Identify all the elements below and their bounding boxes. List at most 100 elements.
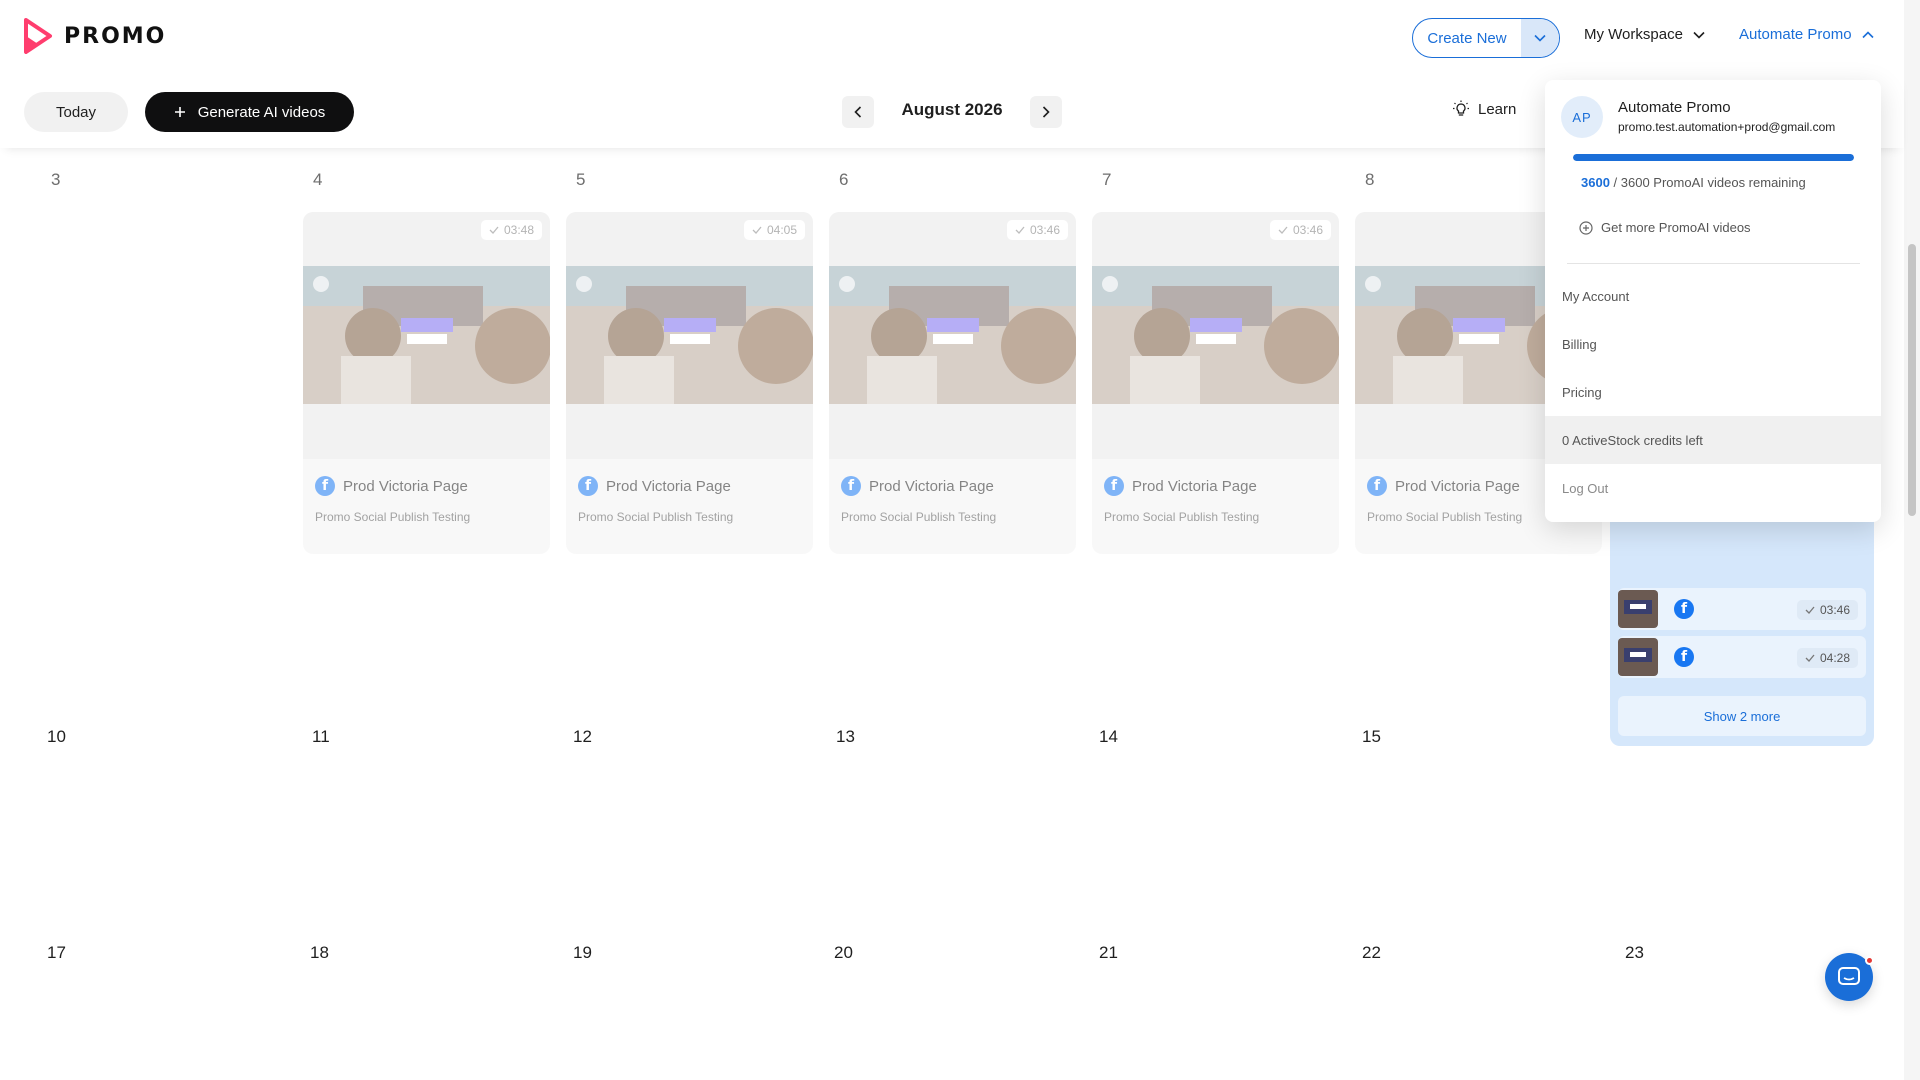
next-month-button[interactable]	[1030, 96, 1062, 128]
workspace-label: My Workspace	[1584, 26, 1683, 43]
post-duration: 04:05	[766, 223, 797, 237]
day-number[interactable]: 21	[1099, 943, 1118, 963]
brand-name: PROMO	[64, 23, 167, 49]
menu-item-activestock-credits[interactable]: 0 ActiveStock credits left	[1545, 416, 1881, 464]
menu-item-pricing[interactable]: Pricing	[1545, 368, 1881, 416]
post-subtitle: Promo Social Publish Testing	[1367, 510, 1523, 524]
day-number[interactable]: 12	[573, 727, 592, 747]
post-status-badge: 03:46	[1006, 220, 1068, 240]
generate-ai-videos-button[interactable]: Generate AI videos	[145, 92, 354, 132]
create-new-button[interactable]: Create New	[1412, 18, 1560, 58]
create-new-dropdown-toggle[interactable]	[1521, 19, 1559, 57]
account-menu-button[interactable]: Automate Promo	[1739, 26, 1874, 43]
day-number[interactable]: 19	[573, 943, 592, 963]
mini-post-thumbnail	[1618, 638, 1658, 676]
chevron-down-icon	[1693, 31, 1705, 39]
day-number[interactable]: 4	[313, 170, 322, 190]
post-page: f Prod Victoria Page	[578, 476, 731, 496]
post-duration: 03:48	[503, 223, 534, 237]
facebook-icon: f	[1104, 476, 1124, 496]
check-icon	[1805, 654, 1815, 662]
promo-logo-icon	[24, 18, 52, 54]
post-thumbnail-area: 03:48	[303, 212, 550, 459]
credits-remaining-count: 3600	[1581, 175, 1610, 190]
day-number[interactable]: 15	[1362, 727, 1381, 747]
menu-item-billing[interactable]: Billing	[1545, 320, 1881, 368]
check-icon	[752, 226, 762, 234]
scheduled-post-card[interactable]: 03:46 f Prod Victoria Page Promo Social …	[1092, 212, 1339, 554]
previous-month-button[interactable]	[842, 96, 874, 128]
mini-post-row[interactable]: f 04:28	[1618, 636, 1866, 678]
post-thumbnail	[829, 266, 1076, 404]
page-scrollbar[interactable]	[1904, 0, 1920, 1080]
notification-dot	[1865, 956, 1874, 965]
mini-post-row[interactable]: f 03:46	[1618, 588, 1866, 630]
day-number[interactable]: 13	[836, 727, 855, 747]
post-duration: 03:46	[1819, 603, 1850, 617]
post-thumbnail	[1092, 266, 1339, 404]
day-number[interactable]: 3	[51, 170, 60, 190]
today-button[interactable]: Today	[24, 92, 128, 132]
day-number[interactable]: 17	[47, 943, 66, 963]
day-number[interactable]: 7	[1102, 170, 1111, 190]
scrollbar-thumb[interactable]	[1908, 244, 1916, 516]
post-thumbnail-area: 03:46	[829, 212, 1076, 459]
post-page-name: Prod Victoria Page	[1395, 477, 1520, 495]
day-number[interactable]: 22	[1362, 943, 1381, 963]
workspace-selector[interactable]: My Workspace	[1584, 26, 1705, 43]
post-thumbnail-area: 03:46	[1092, 212, 1339, 459]
credits-remaining: 3600 / 3600 PromoAI videos remaining	[1581, 175, 1806, 190]
day-number[interactable]: 6	[839, 170, 848, 190]
post-page-name: Prod Victoria Page	[869, 477, 994, 495]
check-icon	[489, 226, 499, 234]
chevron-up-icon	[1861, 30, 1874, 38]
facebook-icon: f	[1674, 647, 1694, 667]
facebook-icon: f	[315, 476, 335, 496]
post-status-badge: 03:48	[480, 220, 542, 240]
avatar: AP	[1561, 96, 1603, 138]
day-number[interactable]: 5	[576, 170, 585, 190]
month-title: August 2026	[901, 100, 1003, 119]
post-thumbnail	[303, 266, 550, 404]
day-number[interactable]: 20	[834, 943, 853, 963]
post-page: f Prod Victoria Page	[1104, 476, 1257, 496]
chevron-left-icon	[854, 106, 862, 118]
day-number[interactable]: 18	[310, 943, 329, 963]
post-subtitle: Promo Social Publish Testing	[1104, 510, 1260, 524]
scheduled-post-card[interactable]: 03:46 f Prod Victoria Page Promo Social …	[829, 212, 1076, 554]
plus-circle-icon	[1579, 220, 1593, 235]
post-subtitle: Promo Social Publish Testing	[841, 510, 997, 524]
post-page-name: Prod Victoria Page	[343, 477, 468, 495]
post-status-badge: 04:28	[1796, 648, 1858, 668]
promo-logo[interactable]: PROMO	[22, 18, 166, 54]
post-duration: 03:46	[1292, 223, 1323, 237]
day-number[interactable]: 14	[1099, 727, 1118, 747]
credits-progress-bar	[1573, 154, 1854, 161]
concert-crowd-image	[829, 266, 1076, 404]
get-more-videos-link[interactable]: Get more PromoAI videos	[1579, 220, 1751, 235]
day-number[interactable]: 11	[312, 727, 330, 747]
post-page-name: Prod Victoria Page	[606, 477, 731, 495]
account-dropdown-menu: AP Automate Promo promo.test.automation+…	[1545, 80, 1881, 522]
post-status-badge: 03:46	[1269, 220, 1331, 240]
day-number[interactable]: 10	[47, 727, 66, 747]
post-page: f Prod Victoria Page	[315, 476, 468, 496]
learn-label: Learn	[1478, 100, 1517, 118]
create-new-label[interactable]: Create New	[1413, 19, 1521, 57]
day-number[interactable]: 23	[1625, 943, 1644, 963]
post-status-badge: 04:05	[743, 220, 805, 240]
chevron-right-icon	[1042, 106, 1050, 118]
post-page-name: Prod Victoria Page	[1132, 477, 1257, 495]
post-thumbnail-area: 04:05	[566, 212, 813, 459]
day-number[interactable]: 8	[1365, 170, 1374, 190]
today-column: f 03:46 f 04:28 Show 2 more	[1610, 514, 1874, 746]
scheduled-post-card[interactable]: 04:05 f Prod Victoria Page Promo Social …	[566, 212, 813, 554]
concert-crowd-image	[566, 266, 813, 404]
show-more-button[interactable]: Show 2 more	[1618, 696, 1866, 736]
scheduled-post-card[interactable]: 03:48 f Prod Victoria Page Promo Social …	[303, 212, 550, 554]
post-duration: 03:46	[1029, 223, 1060, 237]
learn-button[interactable]: Learn	[1452, 100, 1516, 118]
menu-item-my-account[interactable]: My Account	[1545, 272, 1881, 320]
facebook-icon: f	[1674, 599, 1694, 619]
menu-item-log-out[interactable]: Log Out	[1545, 464, 1881, 512]
